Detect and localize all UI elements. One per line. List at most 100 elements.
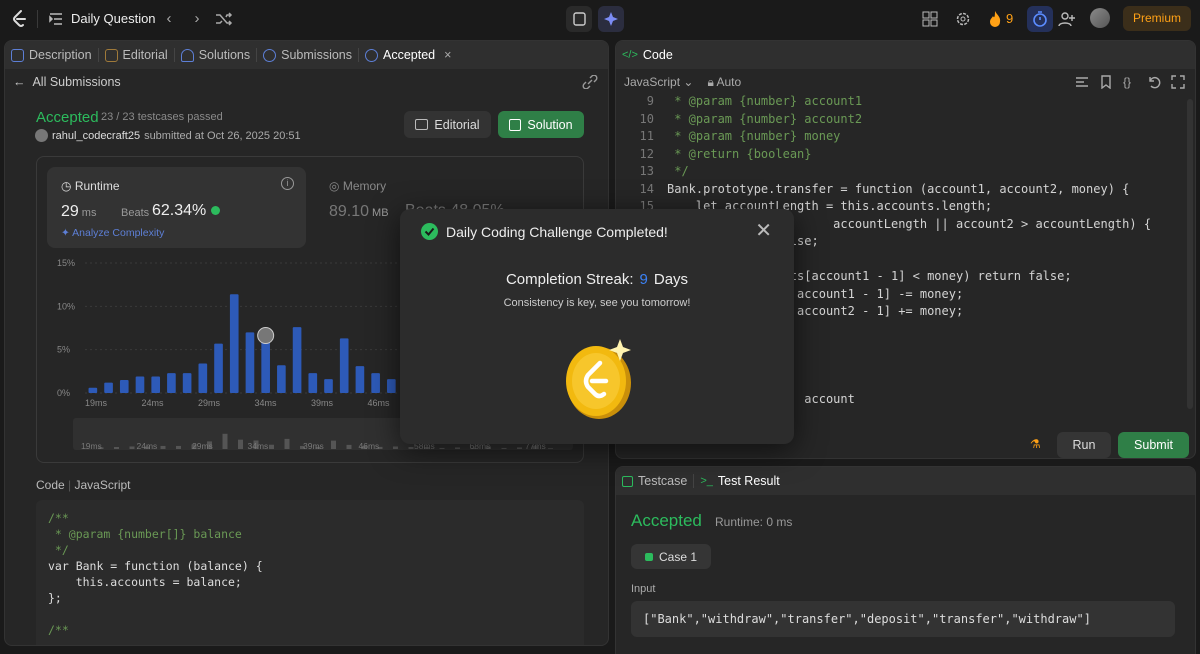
test-status: Accepted xyxy=(631,511,702,530)
chart-bar[interactable] xyxy=(324,379,333,393)
chart-bar[interactable] xyxy=(339,338,349,393)
chart-bar[interactable] xyxy=(245,332,255,393)
tab-test-result[interactable]: >_ Test Result xyxy=(694,467,785,495)
note-icon xyxy=(573,12,586,26)
runtime-beats-percent: 62.34% xyxy=(152,202,220,220)
tab-solutions[interactable]: Solutions xyxy=(175,41,256,69)
mini-bar xyxy=(393,446,398,449)
editorial-label: Editorial xyxy=(434,117,480,132)
leetcode-logo-icon[interactable] xyxy=(10,9,30,29)
memory-value: 89.10 MB xyxy=(329,203,389,221)
auto-mode[interactable]: 🔒︎ Auto xyxy=(707,75,741,90)
analyze-label: Analyze Complexity xyxy=(72,227,165,239)
gear-icon[interactable] xyxy=(955,11,971,27)
chart-bar[interactable] xyxy=(151,376,161,393)
tab-label: Description xyxy=(29,48,92,62)
chart-bar[interactable] xyxy=(355,366,365,393)
chart-bar[interactable] xyxy=(292,327,302,393)
code-line: * @return {boolean} xyxy=(667,146,812,161)
language-select[interactable]: JavaScript ⌄ xyxy=(624,75,693,90)
chart-bar[interactable] xyxy=(277,365,286,393)
chevron-left-icon[interactable]: ‹ xyxy=(160,10,178,28)
mini-bar xyxy=(129,446,135,449)
case-1-tab[interactable]: Case 1 xyxy=(631,544,711,569)
your-submission-marker[interactable] xyxy=(257,327,275,345)
tab-testcase[interactable]: Testcase xyxy=(616,467,693,495)
tab-submissions[interactable]: Submissions xyxy=(257,41,358,69)
input-value[interactable]: ["Bank","withdraw","transfer","deposit",… xyxy=(631,601,1175,637)
tab-label: Editorial xyxy=(122,48,168,62)
mini-bar xyxy=(408,447,414,449)
tab-description[interactable]: Description xyxy=(5,41,98,69)
tab-accepted[interactable]: Accepted × xyxy=(359,41,457,69)
timer-button[interactable] xyxy=(1027,6,1053,32)
chart-bar[interactable] xyxy=(167,373,176,393)
braces-icon[interactable]: {} xyxy=(1123,75,1137,89)
streak-count[interactable]: 9 xyxy=(1006,11,1013,26)
line-number: 10 xyxy=(639,111,654,126)
case-label: Case 1 xyxy=(658,549,698,564)
mini-bar xyxy=(114,447,119,449)
info-icon[interactable]: i xyxy=(281,177,294,190)
line-number: 9 xyxy=(646,94,654,108)
solution-button[interactable]: Solution xyxy=(498,111,584,138)
share-link-icon[interactable] xyxy=(582,75,598,89)
chart-bar[interactable] xyxy=(119,380,129,393)
language-label: JavaScript xyxy=(624,75,681,89)
editorial-button[interactable]: Editorial xyxy=(404,111,491,138)
chart-bar[interactable] xyxy=(214,343,223,393)
chart-bar[interactable] xyxy=(104,382,113,393)
chart-bar[interactable] xyxy=(135,376,145,393)
layout-grid-icon[interactable] xyxy=(922,11,938,27)
notes-icon[interactable]: ⚗ xyxy=(1030,437,1044,451)
daily-question-title[interactable]: Daily Question xyxy=(71,11,156,26)
x-tick-label: 29ms xyxy=(198,398,221,408)
chart-bar[interactable] xyxy=(261,337,270,393)
code-line: this.accounts = balance; xyxy=(48,575,242,589)
mini-bar xyxy=(238,439,243,449)
chevron-right-icon[interactable]: › xyxy=(188,10,206,28)
analyze-complexity-link[interactable]: ✦ Analyze Complexity xyxy=(61,227,164,239)
runtime-unit: ms xyxy=(81,207,97,219)
fullscreen-icon[interactable] xyxy=(1171,75,1185,89)
editor-actions: {} xyxy=(1075,75,1185,90)
premium-button[interactable]: Premium xyxy=(1123,6,1191,31)
mini-bar xyxy=(455,447,460,449)
back-to-submissions[interactable]: ← All Submissions xyxy=(13,75,121,89)
problem-list-icon[interactable] xyxy=(48,11,64,27)
streak-suffix: Days xyxy=(653,271,689,288)
user-avatar[interactable] xyxy=(1090,8,1110,28)
reset-icon[interactable] xyxy=(1147,75,1161,89)
chart-bar[interactable] xyxy=(182,373,192,393)
edit-icon xyxy=(509,118,522,131)
arrow-left-icon: ← xyxy=(13,75,26,89)
close-icon[interactable]: ✕ xyxy=(755,221,772,241)
mini-bar xyxy=(176,445,181,449)
format-icon[interactable] xyxy=(1075,75,1089,89)
chart-bar[interactable] xyxy=(308,373,318,393)
dialog-subtitle: Consistency is key, see you tomorrow! xyxy=(503,297,691,309)
shuffle-icon[interactable] xyxy=(214,10,234,28)
bookmark-icon[interactable] xyxy=(1099,75,1113,90)
chart-bar[interactable] xyxy=(387,379,396,393)
flask-icon xyxy=(180,48,194,62)
add-user-icon[interactable] xyxy=(1058,10,1076,28)
ai-assist-button[interactable] xyxy=(598,6,624,32)
mini-bar xyxy=(222,433,228,449)
chart-bar[interactable] xyxy=(229,294,239,393)
run-button[interactable]: Run xyxy=(1057,432,1111,458)
chart-bar[interactable] xyxy=(198,363,208,393)
chart-bar[interactable] xyxy=(88,387,98,393)
tab-code[interactable]: </> Code xyxy=(616,41,679,69)
runtime-label: ◷ Runtime xyxy=(61,179,120,193)
runtime-card[interactable]: ◷ Runtime i 29 ms Beats 62.34% ✦ Analyze … xyxy=(47,167,306,248)
notes-button[interactable] xyxy=(566,6,592,32)
scrollbar[interactable] xyxy=(1187,99,1193,409)
chart-bar[interactable] xyxy=(371,373,380,393)
submit-button[interactable]: Submit xyxy=(1118,432,1189,458)
gold-coin-icon xyxy=(566,339,631,419)
tab-label: Accepted xyxy=(383,48,436,62)
close-icon[interactable]: × xyxy=(444,48,451,62)
tab-editorial[interactable]: Editorial xyxy=(99,41,174,69)
username[interactable]: rahul_codecraft25 xyxy=(52,130,140,142)
